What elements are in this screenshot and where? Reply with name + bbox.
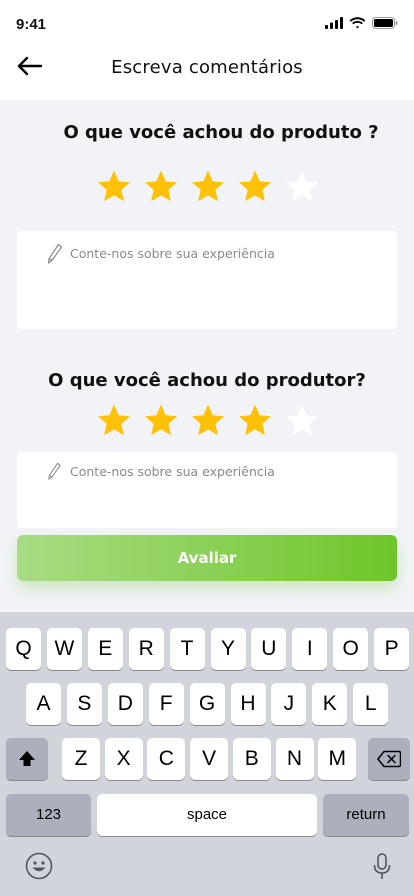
status-icons: [325, 17, 398, 29]
key-b[interactable]: B: [232, 738, 271, 780]
key-m[interactable]: M: [318, 738, 357, 780]
microphone-icon[interactable]: [372, 852, 392, 882]
key-o[interactable]: O: [333, 628, 369, 670]
product-comment-placeholder: Conte-nos sobre sua experiência: [70, 246, 275, 261]
key-w[interactable]: W: [46, 628, 82, 670]
key-v[interactable]: V: [190, 738, 229, 780]
producer-question: O que você achou do produtor?: [48, 370, 366, 391]
battery-icon: [372, 17, 398, 29]
key-u[interactable]: U: [251, 628, 287, 670]
key-j[interactable]: J: [271, 683, 307, 725]
star-filled-icon[interactable]: [142, 402, 180, 440]
producer-comment-placeholder: Conte-nos sobre sua experiência: [70, 464, 275, 479]
return-key[interactable]: return: [323, 794, 409, 836]
shift-icon: [19, 751, 35, 766]
app-header: Escreva comentários: [0, 44, 414, 100]
key-k[interactable]: K: [312, 683, 348, 725]
numbers-key[interactable]: 123: [6, 794, 91, 836]
pencil-icon: [47, 243, 63, 264]
product-star-rating[interactable]: [95, 168, 321, 206]
key-d[interactable]: D: [107, 683, 143, 725]
star-filled-icon[interactable]: [95, 168, 133, 206]
status-bar: 9:41: [0, 0, 414, 44]
key-i[interactable]: I: [292, 628, 328, 670]
key-r[interactable]: R: [128, 628, 164, 670]
page-title: Escreva comentários: [111, 57, 303, 78]
star-empty-icon[interactable]: [283, 168, 321, 206]
producer-comment-field[interactable]: Conte-nos sobre sua experiência: [17, 452, 397, 528]
rate-button[interactable]: Avaliar: [17, 535, 397, 581]
key-y[interactable]: Y: [210, 628, 246, 670]
key-n[interactable]: N: [275, 738, 314, 780]
emoji-icon[interactable]: [25, 852, 53, 880]
star-filled-icon[interactable]: [236, 402, 274, 440]
key-h[interactable]: H: [230, 683, 266, 725]
key-s[interactable]: S: [66, 683, 102, 725]
star-filled-icon[interactable]: [95, 402, 133, 440]
key-e[interactable]: E: [87, 628, 123, 670]
key-a[interactable]: A: [26, 683, 61, 725]
key-p[interactable]: P: [374, 628, 410, 670]
pencil-icon: [48, 462, 61, 480]
cellular-signal-icon: [325, 17, 343, 29]
producer-star-rating[interactable]: [95, 402, 321, 440]
key-c[interactable]: C: [147, 738, 186, 780]
status-time: 9:41: [16, 16, 47, 33]
star-empty-icon[interactable]: [283, 402, 321, 440]
on-screen-keyboard: QWERTYUIOP ASDFGHJKL ZXCVBNM 123 space r…: [0, 612, 414, 896]
star-filled-icon[interactable]: [189, 402, 227, 440]
shift-key[interactable]: [6, 738, 48, 780]
key-l[interactable]: L: [353, 683, 389, 725]
wifi-icon: [349, 17, 366, 29]
product-comment-field[interactable]: Conte-nos sobre sua experiência: [17, 231, 397, 329]
key-x[interactable]: X: [104, 738, 143, 780]
star-filled-icon[interactable]: [236, 168, 274, 206]
product-question: O que você achou do produto ?: [63, 122, 379, 143]
backspace-key[interactable]: [368, 738, 410, 780]
key-f[interactable]: F: [148, 683, 184, 725]
key-q[interactable]: Q: [6, 628, 41, 670]
backspace-icon: [377, 750, 402, 768]
key-g[interactable]: G: [189, 683, 225, 725]
key-t[interactable]: T: [169, 628, 205, 670]
space-key[interactable]: space: [97, 794, 317, 836]
star-filled-icon[interactable]: [142, 168, 180, 206]
key-z[interactable]: Z: [62, 738, 100, 780]
star-filled-icon[interactable]: [189, 168, 227, 206]
